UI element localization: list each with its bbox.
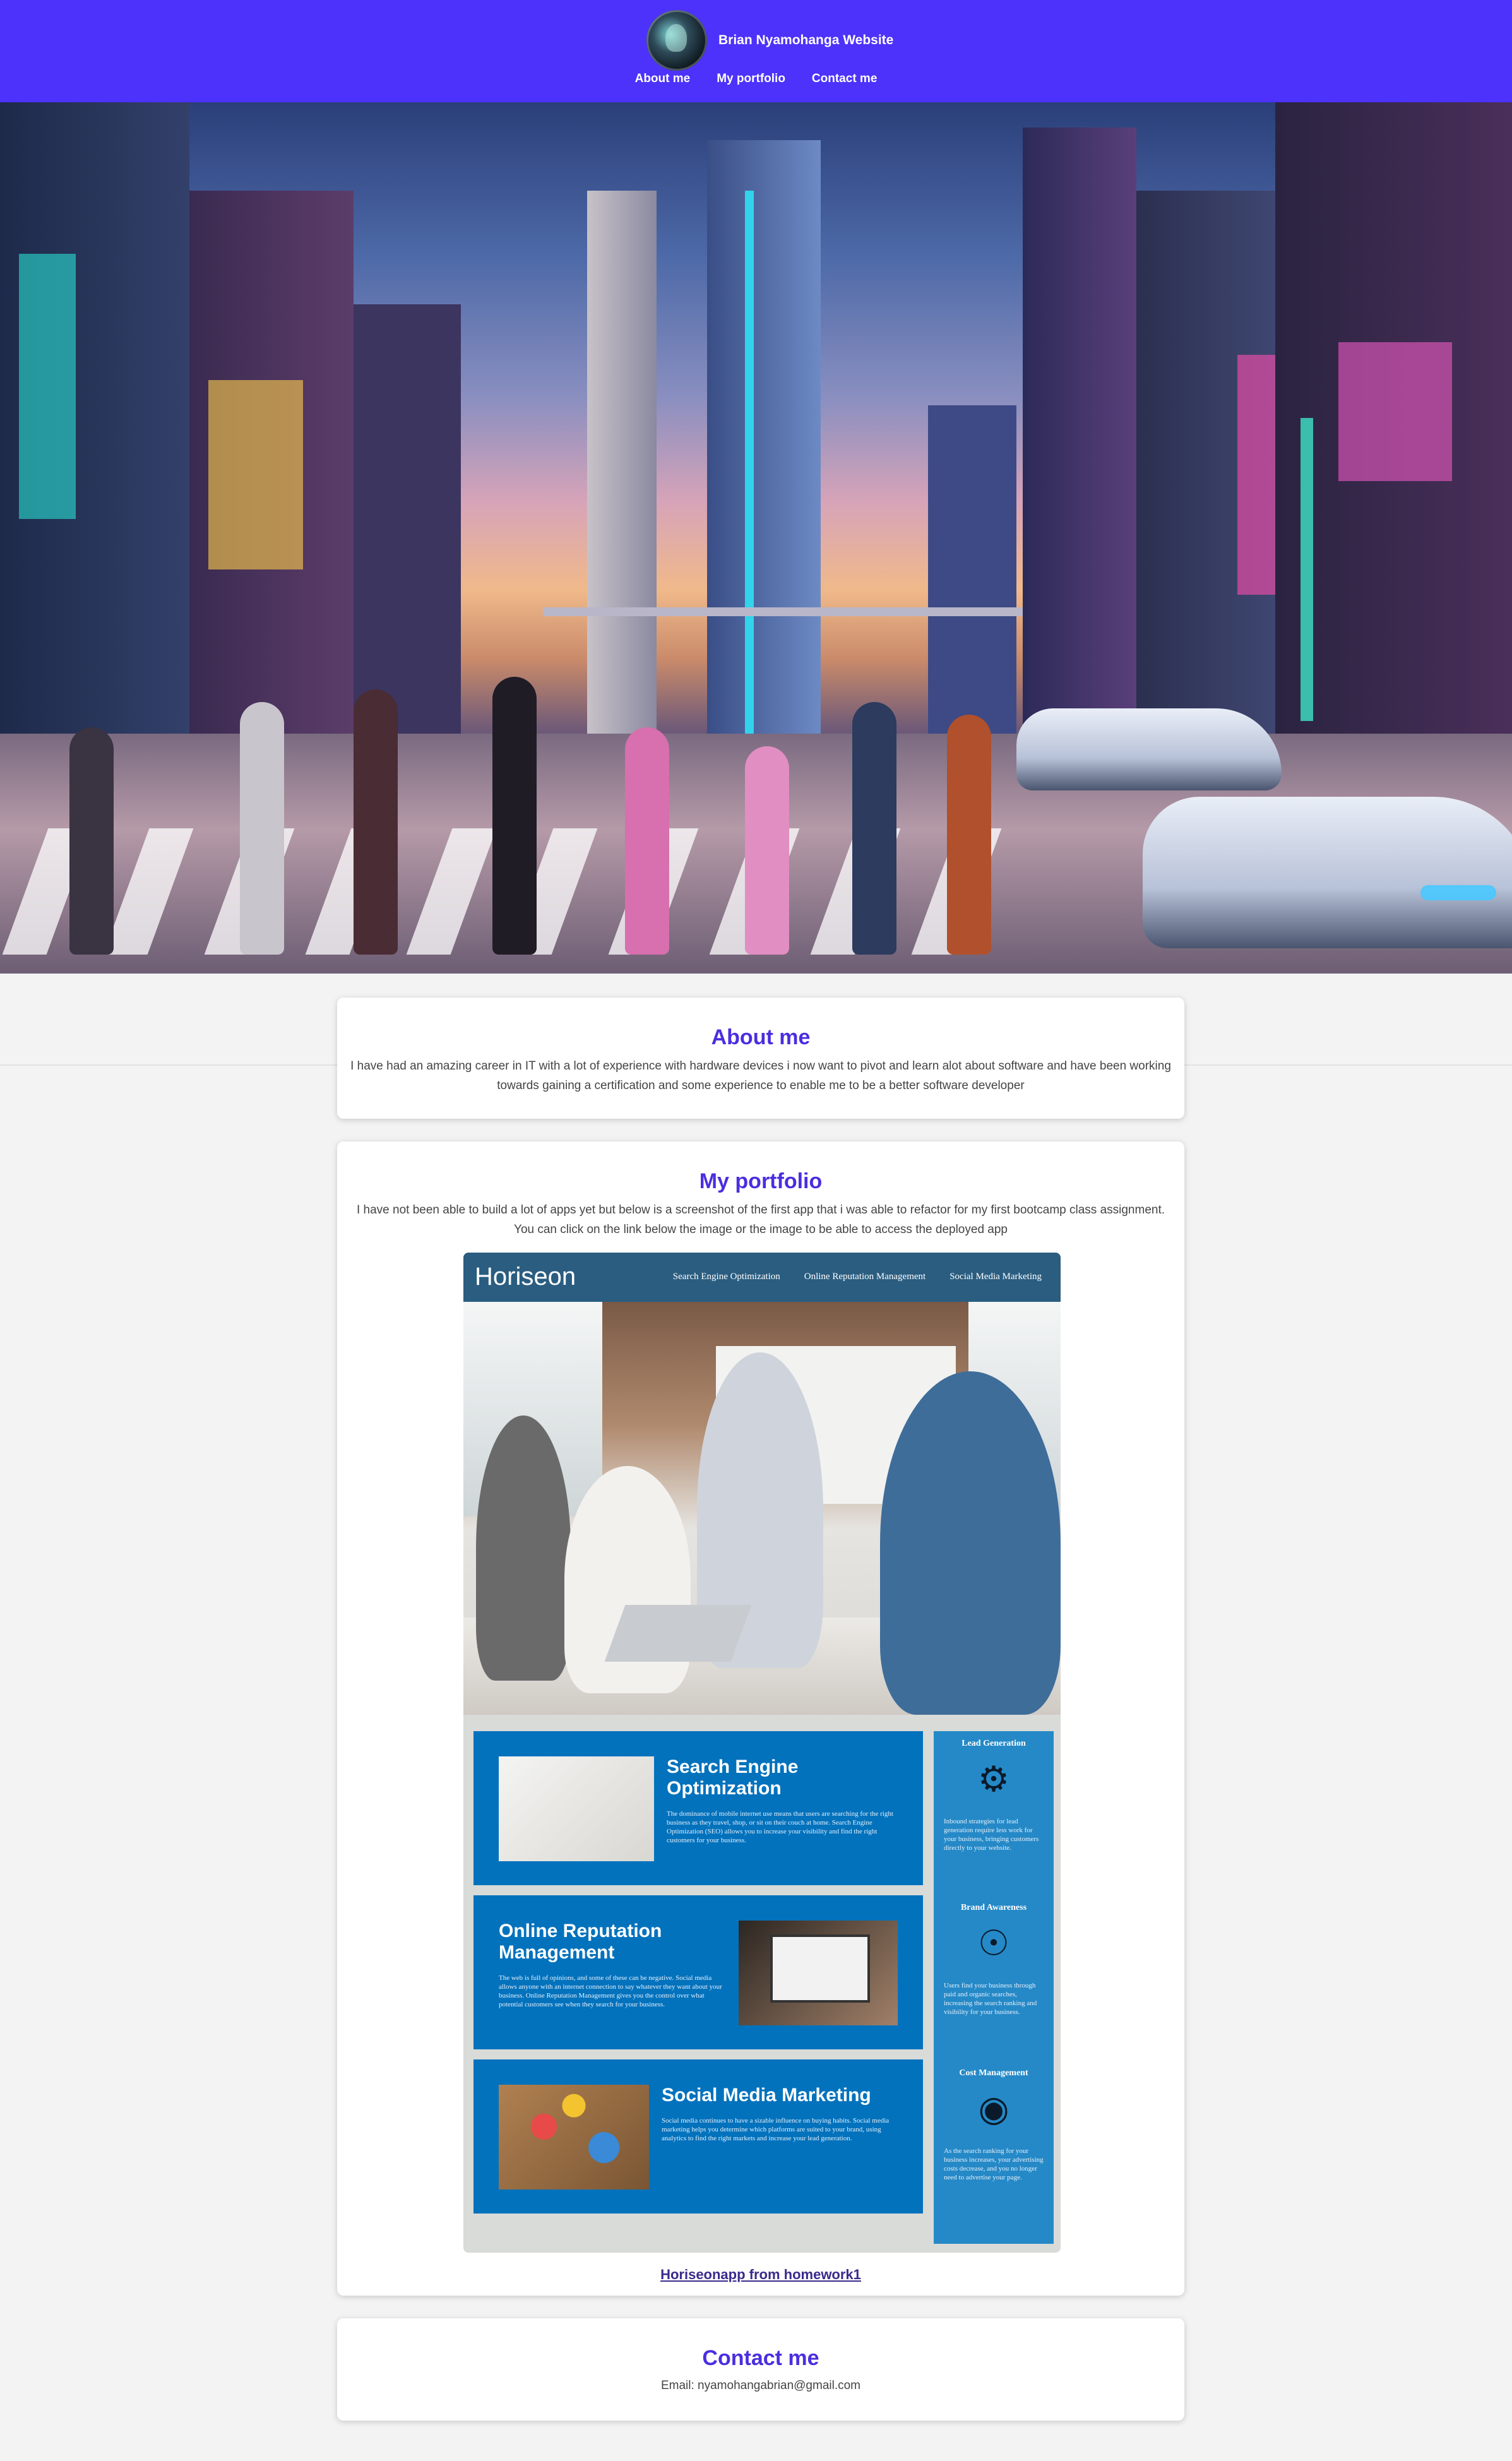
- nav-my-portfolio[interactable]: My portfolio: [717, 72, 785, 86]
- horiseon-nav-smm: Social Media Marketing: [949, 1272, 1042, 1282]
- coins-icon: ◉: [978, 2089, 1009, 2128]
- horiseon-app-screenshot[interactable]: Horiseon Search Engine Optimization Onli…: [463, 1253, 1061, 2253]
- nav-about-me[interactable]: About me: [635, 72, 691, 86]
- contact-card: Contact me Email: nyamohangabrian@gmail.…: [337, 2318, 1184, 2421]
- lightbulb-icon: ⚙: [977, 1759, 1010, 1799]
- about-title: About me: [711, 1025, 811, 1049]
- main-nav: About me My portfolio Contact me: [0, 72, 1512, 86]
- portfolio-card: My portfolio I have not been able to bui…: [337, 1141, 1184, 2296]
- broadcast-icon: ☉: [977, 1923, 1010, 1963]
- horiseon-logo: Horiseon: [475, 1263, 576, 1290]
- contact-email: Email: nyamohangabrian@gmail.com: [660, 2379, 861, 2392]
- horiseon-header: Horiseon Search Engine Optimization Onli…: [463, 1253, 1061, 1302]
- about-card: About me I have had an amazing career in…: [337, 998, 1184, 1119]
- brand: Brian Nyamohanga Website: [646, 10, 893, 71]
- horiseon-nav: Search Engine Optimization Online Reputa…: [673, 1272, 1042, 1282]
- horiseon-nav-seo: Search Engine Optimization: [672, 1272, 780, 1282]
- horiseon-service-orm: Online Reputation Management The web is …: [473, 1895, 923, 2049]
- horiseon-hero-image: [463, 1302, 1061, 1715]
- portfolio-text-line-2: You can click on the link below the imag…: [514, 1223, 1008, 1236]
- contact-title: Contact me: [702, 2346, 819, 2370]
- horiseon-benefit-lead: Lead Generation ⚙ Inbound strategies for…: [934, 1739, 1054, 1852]
- horiseon-app-link[interactable]: Horiseonapp from homework1: [660, 2267, 861, 2282]
- portfolio-title: My portfolio: [699, 1169, 823, 1193]
- horiseon-benefits: Lead Generation ⚙ Inbound strategies for…: [934, 1731, 1054, 2244]
- horiseon-benefit-brand: Brand Awareness ☉ Users find your busine…: [934, 1903, 1054, 2017]
- horiseon-service-smm: Social Media Marketing Social media cont…: [473, 2059, 923, 2214]
- horiseon-benefit-cost: Cost Management ◉ As the search ranking …: [934, 2068, 1054, 2182]
- site-header: Brian Nyamohanga Website About me My por…: [0, 0, 1512, 102]
- avatar: [646, 10, 707, 71]
- horiseon-nav-orm: Online Reputation Management: [804, 1272, 926, 1282]
- portfolio-text-line-1: I have not been able to build a lot of a…: [356, 1203, 1165, 1217]
- about-text: I have had an amazing career in IT with …: [350, 1059, 1171, 1092]
- horiseon-service-seo: Search Engine Optimization The dominance…: [473, 1731, 923, 1885]
- app-link-wrapper: Horiseonapp from homework1: [337, 2267, 1184, 2283]
- hero-image: [0, 102, 1512, 974]
- site-title: Brian Nyamohanga Website: [718, 33, 894, 47]
- nav-contact-me[interactable]: Contact me: [812, 72, 877, 86]
